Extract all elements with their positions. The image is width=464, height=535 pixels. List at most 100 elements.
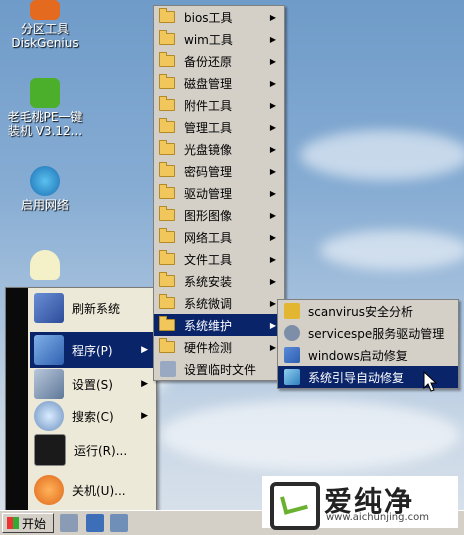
mouse-cursor-icon — [423, 371, 437, 392]
menu-item-label: 系统维护 — [184, 318, 233, 333]
desktop-icon-network[interactable]: 启用网络 — [0, 166, 90, 212]
menu-item-label: 图形图像 — [184, 208, 233, 223]
windows-logo-icon — [7, 517, 19, 529]
aichunjing-logo-icon — [270, 482, 320, 530]
desktop-icon-label: 启用网络 — [20, 198, 69, 212]
desktop-icon-label: 老毛桃PE一键 装机 V3.12... — [7, 110, 83, 138]
boot-repair-icon — [284, 369, 300, 385]
folder-icon — [159, 30, 175, 45]
submenu-arrow-icon: ▶ — [269, 78, 276, 88]
submenu-arrow-icon: ▶ — [269, 254, 276, 264]
quicklaunch-desktop-icon[interactable] — [110, 514, 128, 532]
menu-item-install[interactable]: 系统安装 ▶ — [154, 270, 284, 292]
scanvirus-shield-icon — [284, 303, 300, 319]
menu-item-backup[interactable]: 备份还原 ▶ — [154, 50, 284, 72]
ghost-icon — [30, 78, 60, 108]
start-item-shutdown[interactable]: 关机(U)... — [30, 472, 154, 508]
menu-item-network[interactable]: 网络工具 ▶ — [154, 226, 284, 248]
menu-item-disk[interactable]: 磁盘管理 ▶ — [154, 72, 284, 94]
menu-item-label: 系统引导自动修复 — [308, 370, 405, 385]
submenu-arrow-icon: ▶ — [269, 298, 276, 308]
menu-item-admin[interactable]: 管理工具 ▶ — [154, 116, 284, 138]
submenu-arrow-icon: ▶ — [269, 232, 276, 242]
submenu-arrow-icon: ▶ — [141, 345, 148, 355]
start-item-label: 关机(U)... — [72, 483, 126, 498]
cloud — [320, 230, 464, 270]
menu-item-password[interactable]: 密码管理 ▶ — [154, 160, 284, 182]
start-button[interactable]: 开始 — [2, 513, 54, 533]
folder-icon — [159, 118, 175, 133]
menu-item-accessories[interactable]: 附件工具 ▶ — [154, 94, 284, 116]
menu-item-label: 光盘镜像 — [184, 142, 233, 157]
menu-item-hardware[interactable]: 硬件检测 ▶ — [154, 336, 284, 358]
start-menu-band — [6, 288, 28, 510]
menu-item-iso[interactable]: 光盘镜像 ▶ — [154, 138, 284, 160]
diskgenius-icon — [30, 0, 60, 20]
cloud — [160, 400, 460, 470]
folder-icon — [159, 316, 175, 331]
submenu-arrow-icon: ▶ — [141, 379, 148, 389]
service-gear-icon — [284, 325, 300, 341]
programs-menu: bios工具 ▶ wim工具 ▶ 备份还原 ▶ 磁盘管理 ▶ 附件工具 ▶ 管理工具 ▶ 光… — [153, 5, 285, 381]
refresh-system-icon — [34, 293, 64, 323]
submenu-arrow-icon: ▶ — [269, 276, 276, 286]
submenu-arrow-icon: ▶ — [269, 122, 276, 132]
start-item-label: 程序(P) — [72, 343, 113, 358]
quicklaunch-network-icon[interactable] — [60, 514, 78, 532]
menu-item-graphics[interactable]: 图形图像 ▶ — [154, 204, 284, 226]
folder-icon — [159, 96, 175, 111]
menu-item-label: 密码管理 — [184, 164, 233, 179]
start-item-settings[interactable]: 设置(S) ▶ — [30, 366, 154, 402]
desktop-icon-diskgenius[interactable]: 分区工具 DiskGenius — [0, 0, 90, 50]
network-globe-icon — [30, 166, 60, 196]
settings-tools-icon — [34, 369, 64, 399]
menu-item-label: 系统微调 — [184, 296, 233, 311]
desktop-icon-laomaotao[interactable]: 老毛桃PE一键 装机 V3.12... — [0, 78, 90, 138]
menu-item-label: 磁盘管理 — [184, 76, 233, 91]
start-button-label: 开始 — [22, 516, 47, 531]
start-item-run[interactable]: 运行(R)... — [30, 432, 154, 468]
submenu-arrow-icon: ▶ — [269, 342, 276, 352]
folder-icon — [159, 294, 175, 309]
start-item-search[interactable]: 搜索(C) ▶ — [30, 398, 154, 434]
menu-item-tweak[interactable]: 系统微调 ▶ — [154, 292, 284, 314]
start-item-refresh[interactable]: 刷新系统 — [30, 290, 154, 326]
start-item-label: 刷新系统 — [72, 301, 121, 316]
submenu-arrow-icon: ▶ — [269, 144, 276, 154]
menu-item-winrepair[interactable]: windows启动修复 — [278, 344, 458, 366]
start-menu: 刷新系统 程序(P) ▶ 设置(S) ▶ 搜索(C) ▶ 运行(R)... 关机… — [5, 287, 157, 511]
menu-item-label: windows启动修复 — [308, 348, 408, 363]
cloud — [300, 130, 464, 180]
menu-item-servicespe[interactable]: servicespe服务驱动管理 — [278, 322, 458, 344]
windows-repair-icon — [284, 347, 300, 363]
menu-item-scanvirus[interactable]: scanvirus安全分析 — [278, 300, 458, 322]
menu-item-label: 备份还原 — [184, 54, 233, 69]
menu-item-maintenance[interactable]: 系统维护 ▶ — [154, 314, 284, 336]
menu-item-label: servicespe服务驱动管理 — [308, 326, 445, 341]
menu-item-files[interactable]: 文件工具 ▶ — [154, 248, 284, 270]
desktop-icon-label: 分区工具 DiskGenius — [11, 22, 79, 50]
menu-item-label: 管理工具 — [184, 120, 233, 135]
desktop-icon-ghost[interactable] — [0, 250, 90, 282]
search-magnifier-icon — [34, 401, 64, 431]
menu-item-driver[interactable]: 驱动管理 ▶ — [154, 182, 284, 204]
submenu-arrow-icon: ▶ — [269, 34, 276, 44]
start-item-programs[interactable]: 程序(P) ▶ — [30, 332, 154, 368]
submenu-arrow-icon: ▶ — [269, 166, 276, 176]
menu-item-wim[interactable]: wim工具 ▶ — [154, 28, 284, 50]
folder-icon — [159, 228, 175, 243]
menu-item-label: 附件工具 — [184, 98, 233, 113]
menu-item-label: 系统安装 — [184, 274, 233, 289]
folder-icon — [159, 272, 175, 287]
menu-item-label: 网络工具 — [184, 230, 233, 245]
menu-item-label: 驱动管理 — [184, 186, 233, 201]
menu-item-tempfiles[interactable]: 设置临时文件 — [154, 358, 284, 380]
folder-icon — [159, 250, 175, 265]
menu-item-bios[interactable]: bios工具 ▶ — [154, 6, 284, 28]
ghost-icon — [30, 250, 60, 280]
quicklaunch-monitor-icon[interactable] — [86, 514, 104, 532]
menu-item-label: 设置临时文件 — [184, 362, 257, 377]
menu-item-label: bios工具 — [184, 10, 233, 25]
settings-icon — [160, 361, 176, 377]
folder-icon — [159, 184, 175, 199]
